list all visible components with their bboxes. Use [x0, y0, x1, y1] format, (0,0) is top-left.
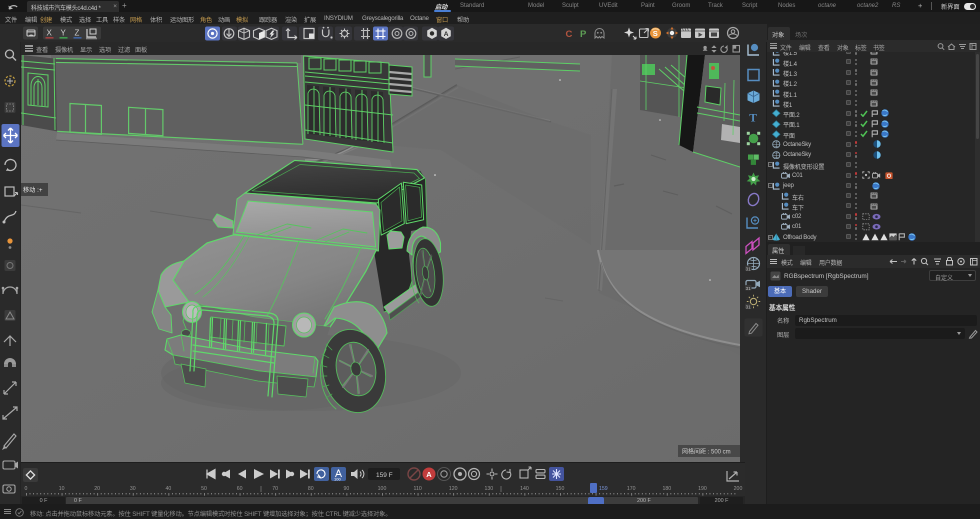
svg-text:S: S: [653, 29, 658, 38]
svg-text:200: 200: [734, 486, 743, 492]
svg-text:110: 110: [413, 486, 421, 492]
svg-text:20: 20: [94, 486, 100, 492]
svg-text:Y: Y: [61, 29, 67, 38]
svg-text:网格间距 : 500 cm: 网格间距 : 500 cm: [682, 448, 731, 456]
svg-text:0: 0: [25, 486, 28, 492]
svg-text:C: C: [566, 29, 573, 40]
svg-text:100: 100: [378, 486, 387, 492]
svg-text:159: 159: [599, 486, 608, 492]
svg-text:90: 90: [344, 486, 350, 492]
svg-text:170: 170: [627, 486, 636, 492]
svg-text:Z: Z: [75, 29, 80, 38]
svg-text:50: 50: [201, 486, 207, 492]
svg-text:130: 130: [484, 486, 493, 492]
svg-text:X: X: [47, 29, 53, 38]
svg-text:150: 150: [556, 486, 565, 492]
svg-text:31: 31: [746, 266, 752, 271]
svg-text:120: 120: [449, 486, 458, 492]
svg-text:80: 80: [308, 486, 314, 492]
svg-text:A: A: [426, 470, 432, 479]
svg-text:31: 31: [746, 286, 752, 291]
svg-text:70: 70: [272, 486, 278, 492]
svg-text:30: 30: [130, 486, 136, 492]
svg-text:100: 100: [334, 477, 341, 482]
svg-text:31: 31: [746, 304, 752, 309]
svg-text:A: A: [444, 31, 449, 38]
svg-text:180: 180: [662, 486, 671, 492]
svg-text:T: T: [749, 113, 757, 125]
svg-text:159 F: 159 F: [376, 472, 393, 479]
svg-text:10: 10: [59, 486, 65, 492]
svg-text:60: 60: [237, 486, 243, 492]
svg-text:40: 40: [166, 486, 172, 492]
svg-text:P: P: [580, 29, 587, 40]
svg-text:190: 190: [698, 486, 707, 492]
svg-text:140: 140: [520, 486, 529, 492]
svg-text:移动 :+: 移动 :+: [23, 186, 43, 194]
